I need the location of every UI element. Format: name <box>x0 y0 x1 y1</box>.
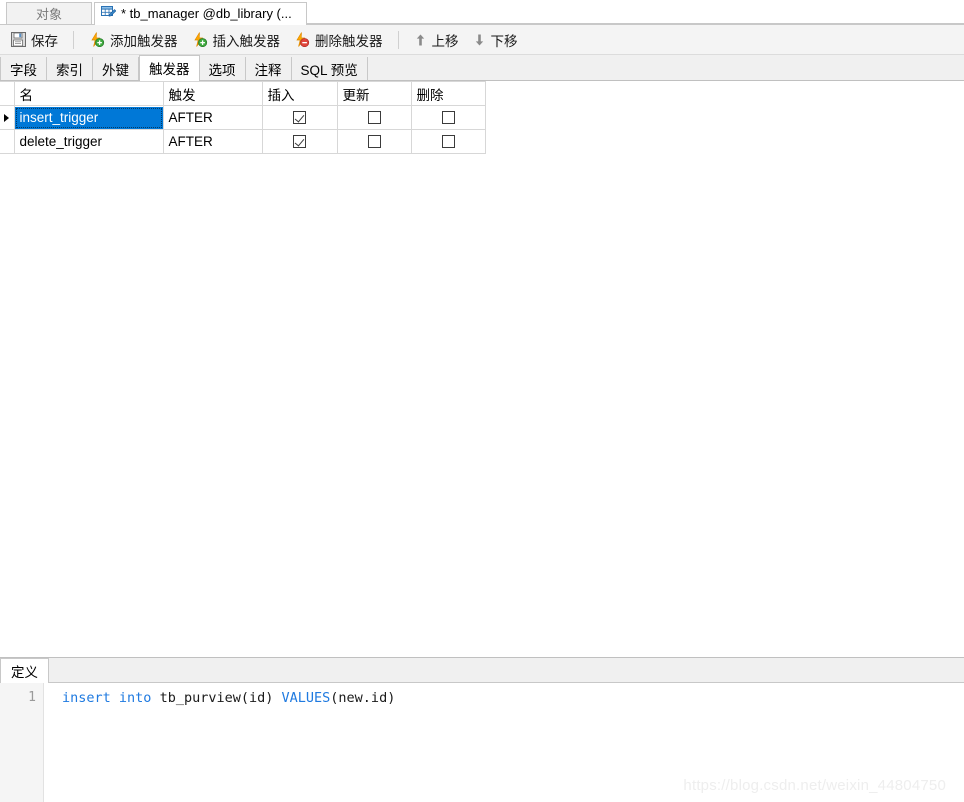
insert-checkbox[interactable] <box>293 135 306 148</box>
definition-tabstrip: 定义 <box>0 658 964 683</box>
save-icon <box>11 32 26 47</box>
subtabs-filler <box>368 57 964 80</box>
delete-trigger-icon <box>294 32 310 47</box>
tab-options-label: 选项 <box>208 62 236 78</box>
sql-keyword-values: VALUES <box>281 690 331 706</box>
sql-keyword-insert: insert <box>62 690 111 706</box>
move-up-button[interactable]: 上移 <box>407 27 466 52</box>
delete-checkbox[interactable] <box>441 135 455 148</box>
tab-comment[interactable]: 注释 <box>245 57 292 80</box>
window-tab-objects-label: 对象 <box>35 7 62 22</box>
grid-header-insert[interactable]: 插入 <box>262 81 338 106</box>
row-timing-cell[interactable]: AFTER <box>163 129 263 154</box>
sql-target-table: tb_purview(id) <box>159 690 274 706</box>
row-insert-cell[interactable] <box>262 105 338 130</box>
update-checkbox[interactable] <box>367 111 381 124</box>
line-number: 1 <box>28 690 36 705</box>
definition-tabstrip-filler <box>49 659 964 682</box>
editor-gutter: 1 <box>0 683 44 802</box>
row-name-cell[interactable]: delete_trigger <box>14 129 164 154</box>
table-row[interactable]: insert_trigger AFTER <box>0 105 486 130</box>
save-button[interactable]: 保存 <box>4 27 65 52</box>
row-delete-cell[interactable] <box>411 129 486 154</box>
add-trigger-button[interactable]: 添加触发器 <box>82 27 185 52</box>
grid-header-timing[interactable]: 触发 <box>163 81 263 106</box>
grid-header-delete[interactable]: 删除 <box>411 81 486 106</box>
window-tab-objects[interactable]: 对象 <box>6 2 92 24</box>
window-tab-tb-manager-label: * tb_manager @db_library (... <box>121 6 292 21</box>
row-delete-cell[interactable] <box>411 105 486 130</box>
move-up-button-label: 上移 <box>431 33 459 49</box>
grid-header-update-label: 更新 <box>342 87 370 103</box>
tab-sql-preview[interactable]: SQL 预览 <box>291 57 368 80</box>
save-button-label: 保存 <box>31 33 58 49</box>
toolbar-separator-2 <box>397 30 399 49</box>
grid-header-insert-label: 插入 <box>267 87 295 103</box>
sql-keyword-into: into <box>118 690 152 706</box>
tab-triggers[interactable]: 触发器 <box>139 55 200 81</box>
tab-strip-filler <box>306 2 964 24</box>
triggers-grid: 名 触发 插入 更新 删除 insert_trigger AFTER delet… <box>0 81 486 154</box>
tab-sql-preview-label: SQL 预览 <box>300 62 358 78</box>
row-timing-value: AFTER <box>168 134 213 149</box>
delete-trigger-button[interactable]: 删除触发器 <box>287 27 390 52</box>
grid-header-row: 名 触发 插入 更新 删除 <box>0 81 486 106</box>
tab-comment-label: 注释 <box>254 62 282 78</box>
tab-foreign-keys[interactable]: 外键 <box>93 57 139 80</box>
row-timing-value: AFTER <box>168 110 213 125</box>
delete-trigger-button-label: 删除触发器 <box>315 33 383 49</box>
insert-trigger-button-label: 插入触发器 <box>212 33 281 49</box>
tab-options[interactable]: 选项 <box>199 57 246 80</box>
window-tab-strip: 对象 * tb_manager @db_library (... <box>0 0 964 25</box>
row-update-cell[interactable] <box>337 105 412 130</box>
designer-subtabs: 字段 索引 外键 触发器 选项 注释 SQL 预览 <box>0 55 964 81</box>
sql-values-args: (new.id) <box>330 690 396 706</box>
grid-header-timing-label: 触发 <box>168 87 196 103</box>
tab-fields[interactable]: 字段 <box>0 57 47 80</box>
grid-header-name-label: 名 <box>19 87 34 103</box>
tab-fields-label: 字段 <box>10 62 37 78</box>
update-checkbox[interactable] <box>367 135 381 148</box>
grid-header-indicator <box>0 81 15 106</box>
row-indicator <box>0 105 15 130</box>
tab-definition-label: 定义 <box>11 664 38 680</box>
triggers-grid-area: 名 触发 插入 更新 删除 insert_trigger AFTER delet… <box>0 81 964 657</box>
toolbar: 保存 添加触发器 插入触发器 删除触发器 上移 下移 <box>0 25 964 55</box>
tab-triggers-label: 触发器 <box>149 62 190 77</box>
tab-indexes[interactable]: 索引 <box>47 57 93 80</box>
insert-checkbox[interactable] <box>293 111 306 124</box>
window-tab-tb-manager[interactable]: * tb_manager @db_library (... <box>94 2 307 25</box>
insert-trigger-button[interactable]: 插入触发器 <box>185 27 288 52</box>
watermark: https://blog.csdn.net/weixin_44804750 <box>683 777 946 794</box>
tab-indexes-label: 索引 <box>56 62 83 78</box>
grid-header-name[interactable]: 名 <box>14 81 164 106</box>
table-edit-icon <box>101 5 117 22</box>
row-name-value: delete_trigger <box>19 134 103 149</box>
move-down-button[interactable]: 下移 <box>466 27 525 52</box>
delete-checkbox[interactable] <box>441 111 455 124</box>
toolbar-separator-1 <box>73 30 74 49</box>
row-name-value: insert_trigger <box>14 106 162 129</box>
arrow-down-icon <box>473 33 486 47</box>
move-down-button-label: 下移 <box>490 33 518 49</box>
row-indicator <box>0 129 15 154</box>
row-insert-cell[interactable] <box>262 129 338 154</box>
row-timing-cell[interactable]: AFTER <box>163 105 263 130</box>
row-name-cell[interactable]: insert_trigger <box>14 105 164 130</box>
table-designer-window: 对象 * tb_manager @db_library (... 保存 添加触发… <box>0 0 964 802</box>
current-row-arrow-icon <box>4 113 10 122</box>
add-trigger-button-label: 添加触发器 <box>110 33 178 49</box>
add-trigger-icon <box>89 32 105 47</box>
row-update-cell[interactable] <box>337 129 412 154</box>
tab-foreign-keys-label: 外键 <box>102 62 129 78</box>
grid-header-update[interactable]: 更新 <box>337 81 412 106</box>
tab-definition[interactable]: 定义 <box>0 658 49 683</box>
arrow-up-icon <box>414 33 427 47</box>
table-row[interactable]: delete_trigger AFTER <box>0 129 486 154</box>
grid-header-delete-label: 删除 <box>416 87 444 103</box>
insert-trigger-icon <box>192 32 208 47</box>
